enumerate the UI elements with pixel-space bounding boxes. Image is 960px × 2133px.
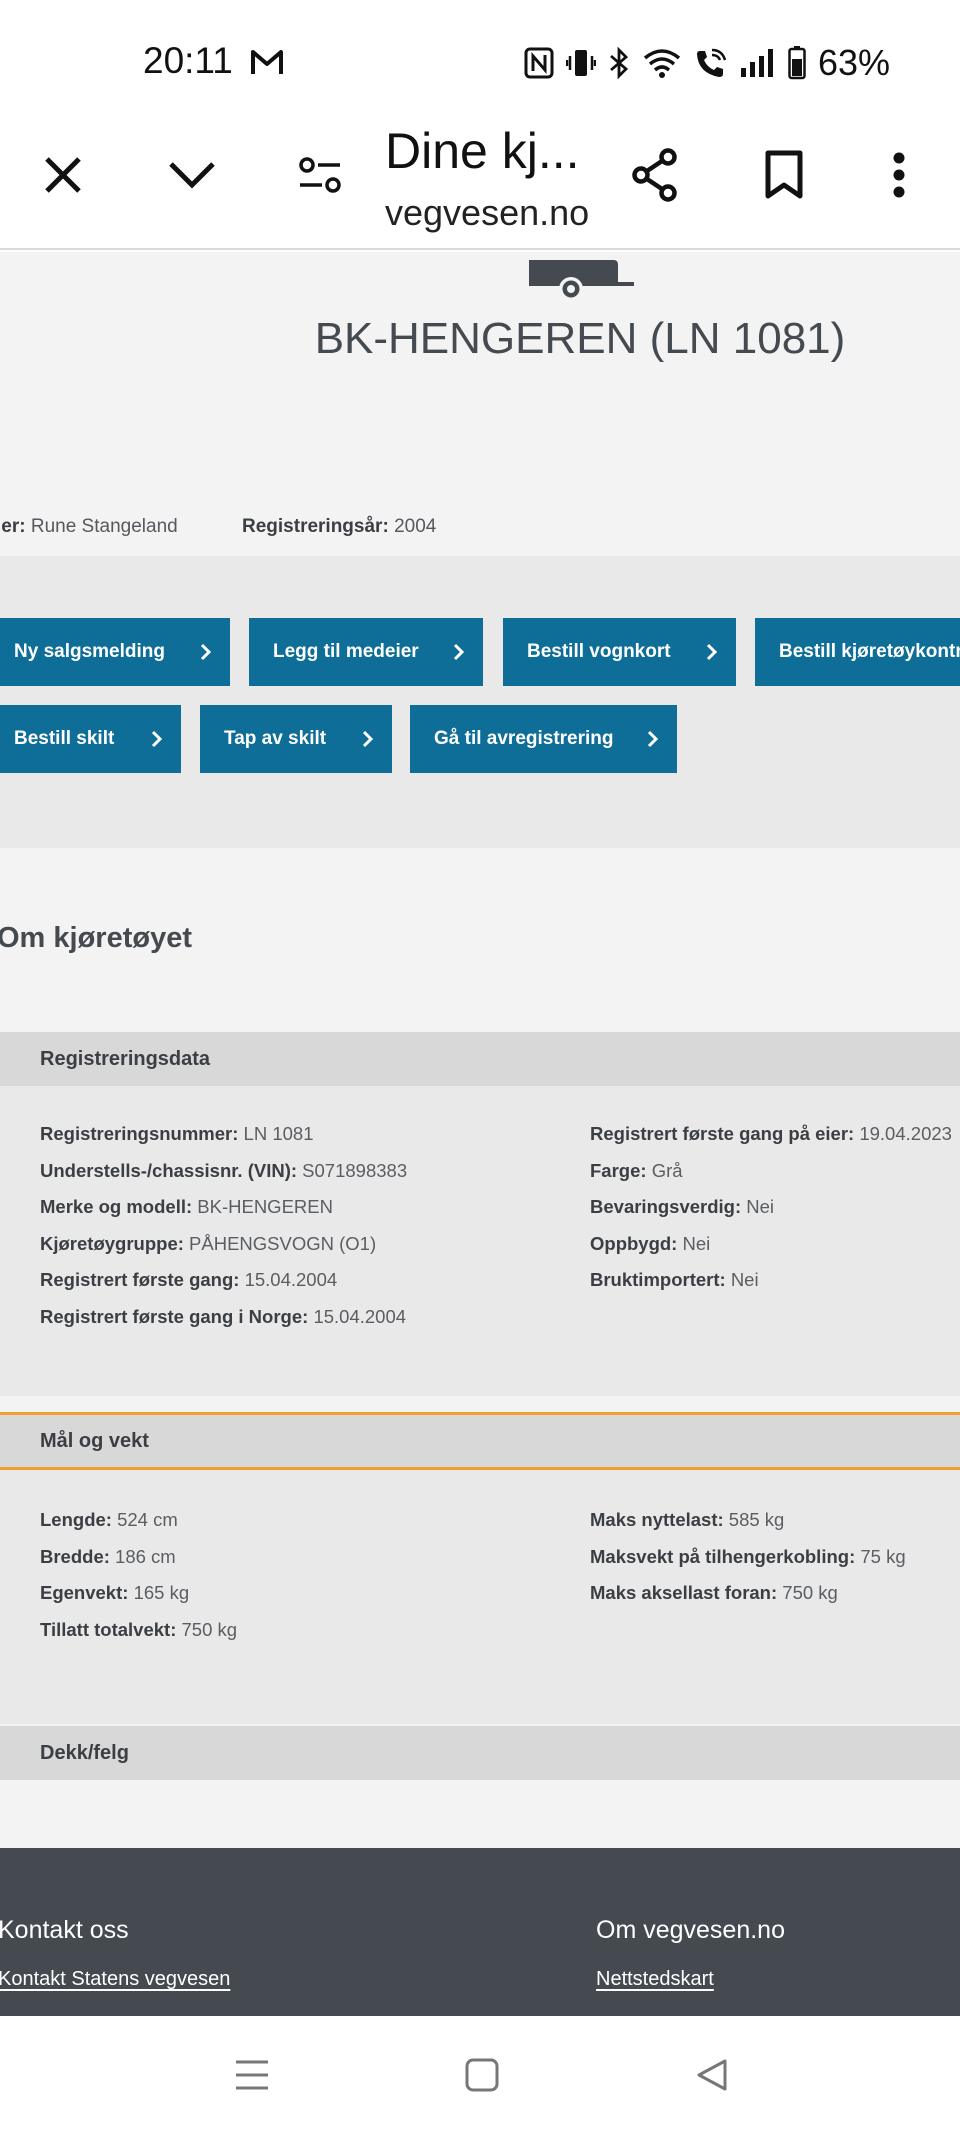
site-settings-button[interactable] — [285, 140, 355, 210]
field-used-import: Bruktimportert: Nei — [590, 1269, 759, 1290]
chevron-right-icon — [453, 643, 465, 661]
back-triangle-icon — [697, 2059, 727, 2091]
chevron-right-icon — [151, 730, 163, 748]
close-tab-button[interactable] — [28, 140, 98, 210]
footer-sitemap-link[interactable]: Nettstedskart — [596, 1968, 714, 1991]
tires-rims-header[interactable]: Dekk/felg — [0, 1726, 960, 1780]
button-label: Legg til medeier — [273, 641, 419, 662]
vibrate-icon — [565, 50, 596, 76]
about-vehicle-section: Om kjøretøyet Registreringsdata Registre… — [0, 848, 960, 1848]
registration-data-right: Registrert første gang på eier: 19.04.20… — [590, 1116, 952, 1299]
home-square-icon — [465, 2058, 499, 2092]
field-curb-weight: Egenvekt: 165 kg — [40, 1582, 190, 1603]
status-bar: 20:11 63% — [0, 0, 960, 110]
field-vin: Understells-/chassisnr. (VIN): S07189838… — [40, 1159, 408, 1181]
registration-data-body: Registreringsnummer: LN 1081 Understells… — [0, 1086, 960, 1396]
dimensions-right: Maks nyttelast: 585 kg Maksvekt på tilhe… — [590, 1502, 906, 1612]
battery-icon — [788, 46, 806, 80]
action-panel: Ny salgsmelding Legg til medeier Bestill… — [0, 556, 960, 848]
registration-year-value: 2004 — [394, 516, 437, 537]
lost-plates-button[interactable]: Tap av skilt — [200, 705, 392, 773]
trailer-icon — [529, 260, 634, 300]
owner-info: ier: Rune Stangeland — [0, 516, 178, 538]
section-title: Om kjøretøyet — [0, 922, 192, 954]
dimensions-left: Lengde: 524 cm Bredde: 186 cm Egenvekt: … — [40, 1502, 237, 1648]
order-plates-button[interactable]: Bestill skilt — [0, 705, 181, 773]
nfc-icon — [524, 47, 554, 79]
field-first-registered: Registrert første gang: 15.04.2004 — [40, 1269, 338, 1290]
button-label: Tap av skilt — [224, 728, 327, 749]
button-label: Bestill vognkort — [527, 641, 671, 662]
button-label: Bestill skilt — [14, 728, 115, 749]
button-label: Bestill kjøretøykontro — [779, 641, 960, 662]
field-rebuilt: Oppbygd: Nei — [590, 1232, 711, 1254]
more-menu-button[interactable] — [864, 140, 934, 210]
field-color: Farge: Grå — [590, 1159, 683, 1181]
chevron-right-icon — [706, 643, 718, 661]
share-icon — [632, 148, 677, 202]
battery-percent: 63% — [817, 42, 890, 83]
field-max-front-axle: Maks aksellast foran: 750 kg — [590, 1582, 838, 1603]
close-icon — [45, 157, 81, 193]
owner-value: Rune Stangeland — [30, 516, 178, 537]
status-time: 20:11 — [143, 40, 233, 81]
footer-about-heading: Om vegvesen.no — [596, 1916, 785, 1944]
minimize-button[interactable] — [157, 140, 227, 210]
footer-contact-link[interactable]: Kontakt Statens vegvesen — [0, 1968, 230, 1991]
add-co-owner-button[interactable]: Legg til medeier — [249, 618, 483, 686]
chevron-right-icon — [647, 730, 659, 748]
bookmark-icon — [765, 150, 803, 199]
status-icons: 63% — [524, 42, 890, 84]
field-length: Lengde: 524 cm — [40, 1509, 178, 1530]
vehicle-hero: BK-HENGEREN (LN 1081) ier: Rune Stangela… — [0, 252, 960, 556]
order-registration-certificate-button[interactable]: Bestill vognkort — [503, 618, 736, 686]
bluetooth-icon — [610, 47, 628, 79]
chevron-down-icon — [169, 162, 215, 189]
field-first-registered-norway: Registrert første gang i Norge: 15.04.20… — [40, 1305, 407, 1327]
dimensions-weight-body: Lengde: 524 cm Bredde: 186 cm Egenvekt: … — [0, 1470, 960, 1724]
field-width: Bredde: 186 cm — [40, 1545, 176, 1567]
tune-icon — [299, 157, 341, 193]
site-footer: Kontakt oss Kontakt Statens vegvesen Om … — [0, 1848, 960, 2016]
gmail-icon — [251, 50, 283, 74]
registration-data-header[interactable]: Registreringsdata — [0, 1032, 960, 1086]
registration-data-left: Registreringsnummer: LN 1081 Understells… — [40, 1116, 407, 1335]
chevron-right-icon — [200, 643, 212, 661]
owner-label: ier: — [0, 516, 26, 537]
field-preservation: Bevaringsverdig: Nei — [590, 1196, 775, 1217]
menu-lines-icon — [236, 2060, 268, 2090]
field-max-payload: Maks nyttelast: 585 kg — [590, 1509, 785, 1530]
system-navigation-bar — [0, 2016, 960, 2133]
order-vehicle-inspection-button[interactable]: Bestill kjøretøykontro — [755, 618, 960, 686]
browser-toolbar: Dine kj... vegvesen.no — [0, 110, 960, 250]
field-max-coupling-weight: Maksvekt på tilhengerkobling: 75 kg — [590, 1545, 906, 1567]
field-registration-number: Registreringsnummer: LN 1081 — [40, 1123, 314, 1144]
share-button[interactable] — [620, 140, 690, 210]
dimensions-weight-header[interactable]: Mål og vekt — [0, 1412, 960, 1470]
field-gross-weight: Tillatt totalvekt: 750 kg — [40, 1618, 238, 1640]
field-make-model: Merke og modell: BK-HENGEREN — [40, 1196, 333, 1217]
page-title[interactable]: Dine kj... — [385, 122, 580, 180]
new-sale-notice-button[interactable]: Ny salgsmelding — [0, 618, 230, 686]
field-first-registered-owner: Registrert første gang på eier: 19.04.20… — [590, 1123, 952, 1144]
deregistration-button[interactable]: Gå til avregistrering — [410, 705, 677, 773]
button-label: Gå til avregistrering — [434, 728, 614, 749]
wifi-icon — [643, 49, 681, 78]
recent-apps-button[interactable] — [226, 2049, 278, 2101]
field-vehicle-group: Kjøretøygruppe: PÅHENGSVOGN (O1) — [40, 1232, 377, 1254]
vehicle-title: BK-HENGEREN (LN 1081) — [314, 314, 846, 363]
bookmark-button[interactable] — [749, 140, 819, 210]
chevron-right-icon — [362, 730, 374, 748]
home-button[interactable] — [456, 2049, 508, 2101]
signal-icon — [740, 49, 773, 77]
registration-year-label: Registreringsår: — [242, 516, 389, 537]
footer-contact-heading: Kontakt oss — [0, 1916, 129, 1944]
button-label: Ny salgsmelding — [14, 641, 165, 662]
back-button[interactable] — [686, 2049, 738, 2101]
registration-year: Registreringsår: 2004 — [242, 516, 436, 538]
more-vert-icon — [893, 152, 905, 198]
wifi-call-icon — [696, 48, 727, 77]
page-domain[interactable]: vegvesen.no — [385, 192, 589, 234]
